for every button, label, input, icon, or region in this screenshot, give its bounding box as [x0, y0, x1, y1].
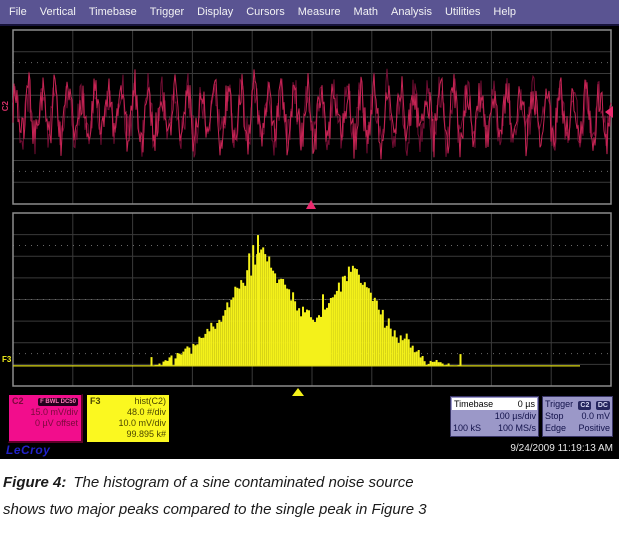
- figure-caption: Figure 4:The histogram of a sine contami…: [0, 459, 443, 523]
- f3-counts-per-div: 48.0 #/div: [90, 407, 166, 418]
- lecroy-logo: LeCroy: [6, 443, 50, 457]
- trigger-type: Edge: [545, 422, 566, 434]
- f3-function: hist(C2): [134, 396, 166, 407]
- trigger-title: Trigger: [545, 398, 573, 410]
- histogram-center-marker[interactable]: [292, 388, 304, 396]
- f3-descriptor-title: F3: [90, 396, 101, 407]
- timebase-box[interactable]: Timebase 0 µs 100 µs/div 100 kS 100 MS/s: [450, 396, 539, 437]
- trigger-coupling-badge: DC: [596, 401, 610, 410]
- scope-application-window: FileVerticalTimebaseTriggerDisplayCursor…: [0, 0, 619, 459]
- trigger-level: 0.0 mV: [581, 410, 610, 422]
- datetime-display: 9/24/2009 11:19:13 AM: [510, 443, 613, 454]
- f3-histogram-trace: [13, 235, 580, 366]
- f3-trace-indicator[interactable]: F3: [2, 356, 11, 364]
- trigger-box[interactable]: Trigger C2 DC Stop 0.0 mV Edge Positive: [542, 396, 613, 437]
- oscilloscope-screenshot: FileVerticalTimebaseTriggerDisplayCursor…: [0, 0, 619, 544]
- trigger-slope: Positive: [578, 422, 610, 434]
- trigger-level-marker[interactable]: [605, 106, 613, 118]
- c2-volts-per-div: 15.0 mV/div: [12, 407, 78, 418]
- timebase-delay: 0 µs: [518, 398, 535, 410]
- f3-population: 99.895 k#: [90, 429, 166, 440]
- timebase-title: Timebase: [454, 398, 493, 410]
- figure-caption-text: The histogram of a sine contaminated noi…: [3, 474, 427, 518]
- timebase-time-per-div: 100 µs/div: [495, 410, 536, 422]
- c2-offset: 0 µV offset: [12, 418, 78, 429]
- timebase-sample-rate: 100 MS/s: [498, 422, 536, 434]
- c2-coupling-badge: F BWL DC50: [38, 398, 78, 406]
- trigger-source-badge: C2: [578, 401, 591, 410]
- scope-display[interactable]: [0, 0, 619, 459]
- c2-descriptor-box[interactable]: C2 F BWL DC50 15.0 mV/div 0 µV offset: [8, 394, 83, 443]
- figure-caption-label: Figure 4:: [3, 474, 66, 491]
- trigger-mode: Stop: [545, 410, 564, 422]
- timebase-samples: 100 kS: [453, 422, 481, 434]
- f3-descriptor-box[interactable]: F3 hist(C2) 48.0 #/div 10.0 mV/div 99.89…: [86, 394, 170, 443]
- c2-trace-indicator[interactable]: C2: [2, 101, 10, 111]
- c2-descriptor-title: C2: [12, 396, 24, 407]
- f3-mv-per-div: 10.0 mV/div: [90, 418, 166, 429]
